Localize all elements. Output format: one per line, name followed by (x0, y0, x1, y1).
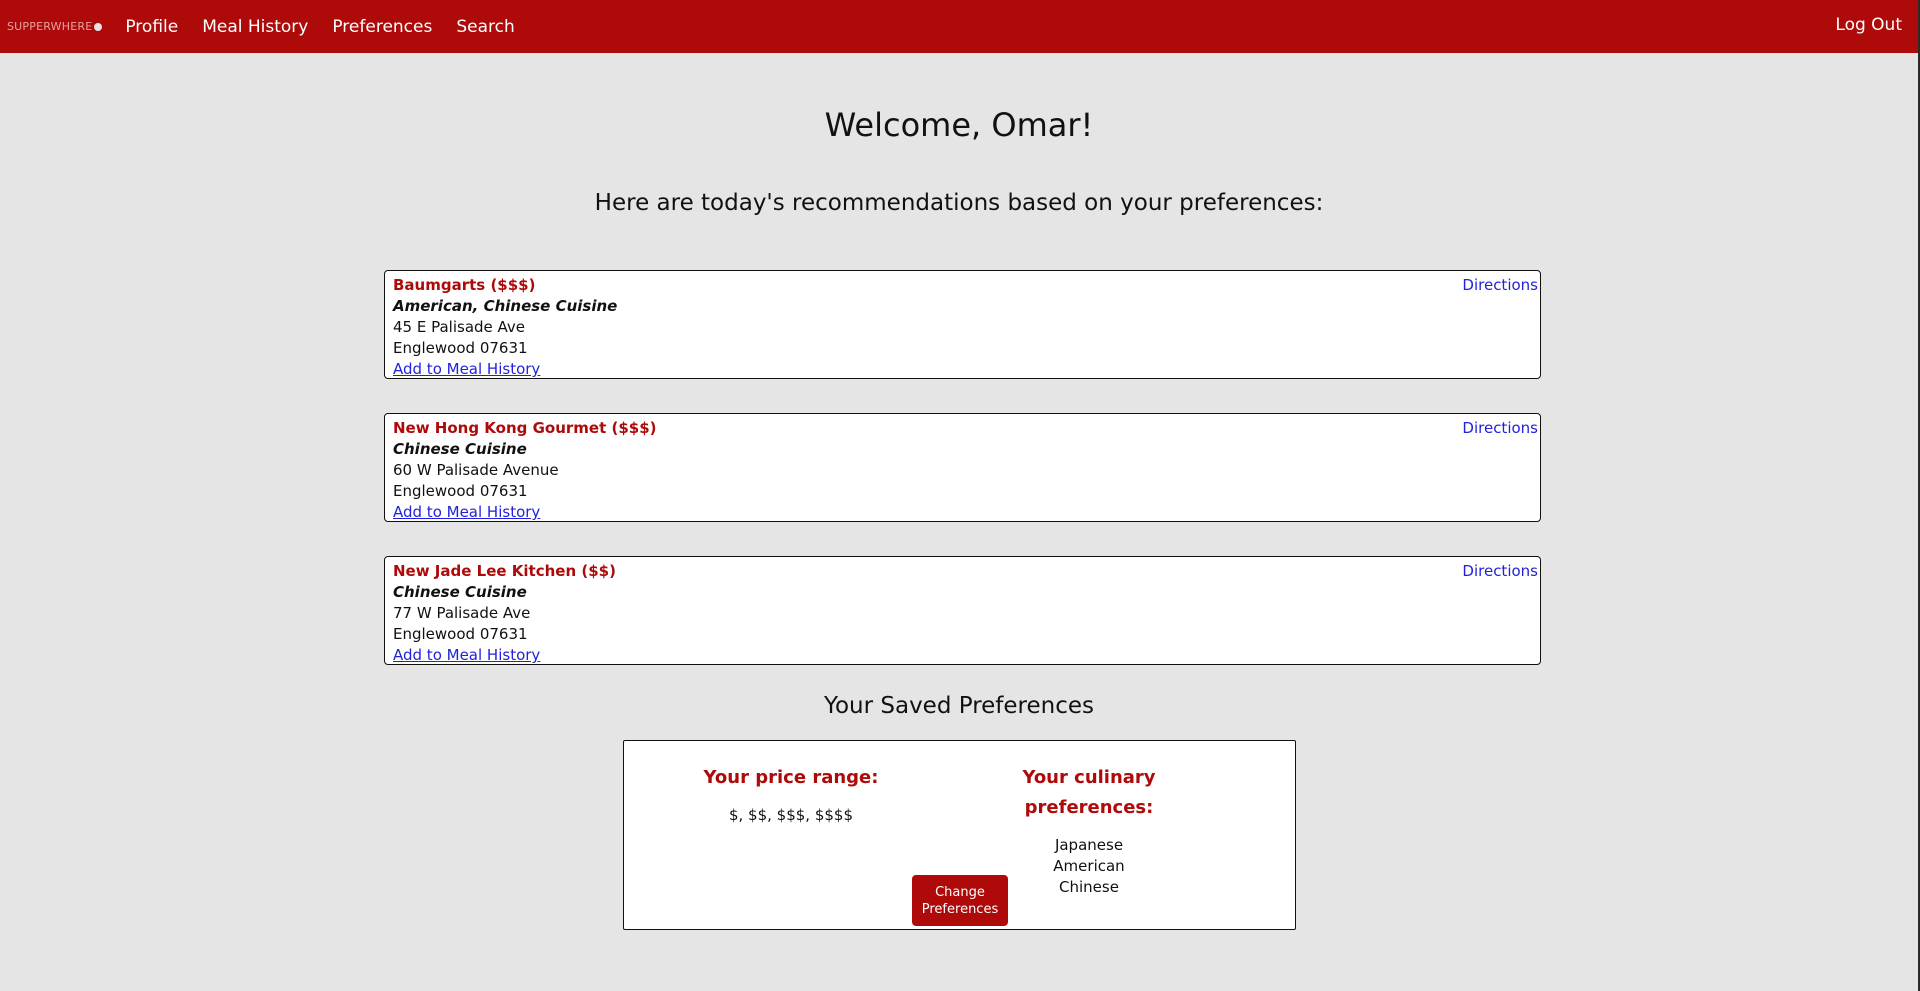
culinary-item: Japanese (1054, 836, 1124, 854)
nav-link-preferences[interactable]: Preferences (332, 17, 432, 37)
add-to-meal-history-link[interactable]: Add to Meal History (393, 646, 540, 664)
change-preferences-label-line2: Preferences (921, 901, 999, 917)
add-to-meal-history-link[interactable]: Add to Meal History (393, 360, 540, 378)
restaurant-address: 60 W Palisade Avenue (393, 461, 559, 479)
restaurant-cuisine: American, Chinese Cuisine (393, 297, 618, 315)
restaurant-city: Englewood 07631 (393, 625, 528, 643)
brand-name[interactable]: SUPPERWHERE (7, 20, 92, 33)
top-navbar: SUPPERWHERE Profile Meal History Prefere… (0, 0, 1918, 53)
restaurant-address: 45 E Palisade Ave (393, 318, 526, 336)
restaurant-name: New Hong Kong Gourmet ($$$) (393, 419, 657, 437)
nav-link-search[interactable]: Search (456, 17, 514, 37)
saved-preferences-panel: Your price range: $, $$, $$$, $$$$ Your … (623, 740, 1296, 930)
restaurant-cuisine: Chinese Cuisine (393, 583, 527, 601)
welcome-heading: Welcome, Omar! (824, 106, 1094, 144)
price-range-column: Your price range: $, $$, $$$, $$$$ (666, 763, 916, 826)
price-range-heading: Your price range: (703, 767, 879, 788)
restaurant-cuisine: Chinese Cuisine (393, 440, 527, 458)
restaurant-address: 77 W Palisade Ave (393, 604, 531, 622)
culinary-item: American (1053, 857, 1125, 875)
restaurant-card: New Hong Kong Gourmet ($$$) Chinese Cuis… (384, 413, 1541, 522)
directions-link[interactable]: Directions (1462, 275, 1538, 296)
directions-link[interactable]: Directions (1462, 418, 1538, 439)
restaurant-name: Baumgarts ($$$) (393, 276, 536, 294)
restaurant-name: New Jade Lee Kitchen ($$) (393, 562, 616, 580)
saved-preferences-title: Your Saved Preferences (823, 693, 1095, 719)
brand-logo[interactable]: SUPPERWHERE (7, 20, 103, 33)
directions-link[interactable]: Directions (1462, 561, 1538, 582)
add-to-meal-history-link[interactable]: Add to Meal History (393, 503, 540, 521)
culinary-preferences-heading: Your culinary preferences: (1022, 767, 1156, 818)
nav-link-meal-history[interactable]: Meal History (202, 17, 308, 37)
logo-dot-icon (94, 22, 103, 31)
restaurant-city: Englewood 07631 (393, 339, 528, 357)
restaurant-card: New Jade Lee Kitchen ($$) Chinese Cuisin… (384, 556, 1541, 665)
restaurant-card: Baumgarts ($$$) American, Chinese Cuisin… (384, 270, 1541, 379)
recommendations-subtitle: Here are today's recommendations based o… (594, 190, 1324, 216)
change-preferences-label-line1: Change (935, 884, 985, 900)
change-preferences-button[interactable]: Change Preferences (912, 875, 1008, 926)
restaurant-city: Englewood 07631 (393, 482, 528, 500)
logout-link[interactable]: Log Out (1835, 15, 1902, 35)
price-range-value: $, $$, $$$, $$$$ (728, 806, 854, 824)
nav-link-profile[interactable]: Profile (125, 17, 178, 37)
